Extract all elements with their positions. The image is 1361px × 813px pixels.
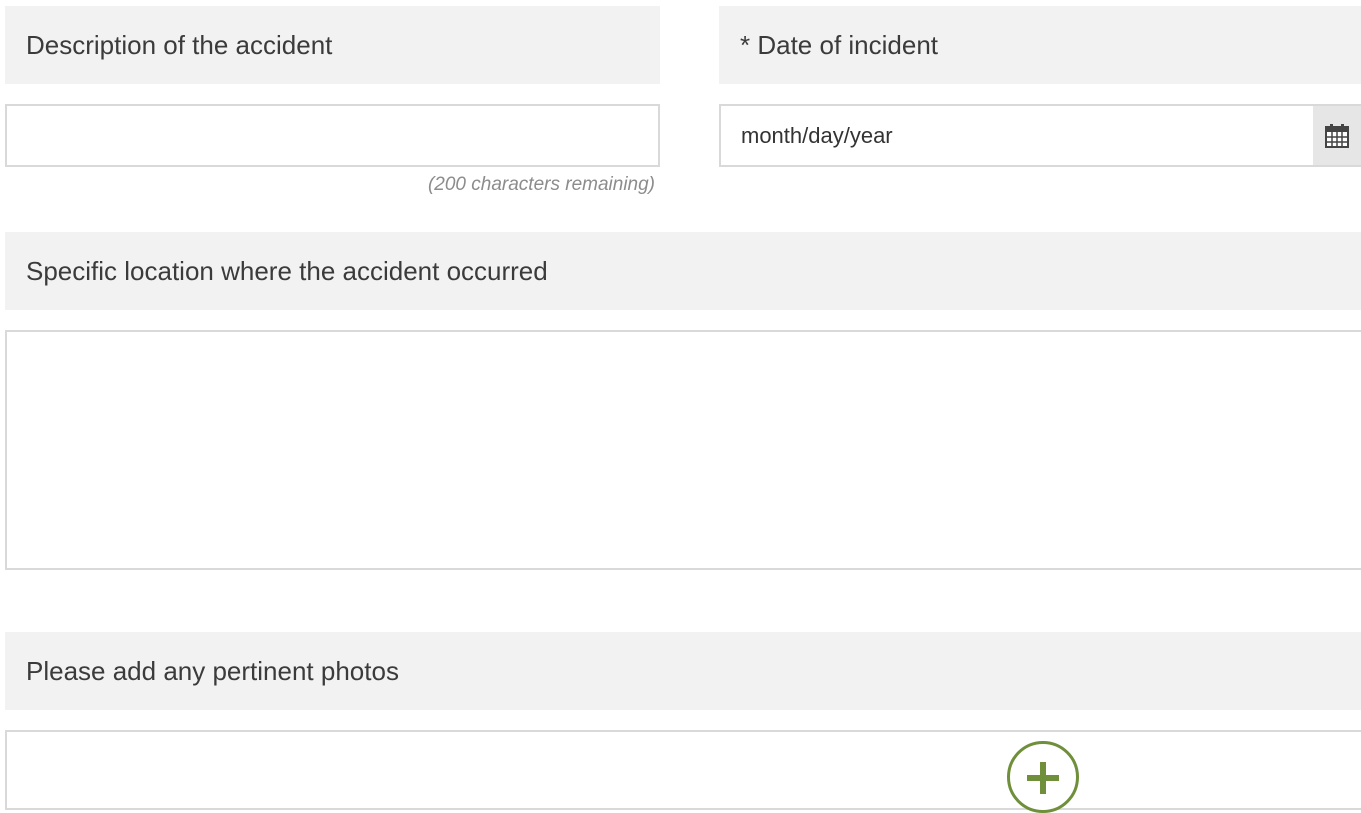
date-of-incident-label-text: * Date of incident <box>740 29 939 60</box>
date-placeholder: month/day/year <box>741 122 893 148</box>
location-textarea[interactable] <box>5 330 1361 570</box>
calendar-icon <box>1325 123 1349 148</box>
description-label: Description of the accident <box>5 6 660 84</box>
description-input[interactable] <box>5 104 660 167</box>
characters-remaining-hint: (200 characters remaining) <box>427 174 655 195</box>
calendar-button[interactable] <box>1313 106 1361 165</box>
photos-label-text: Please add any pertinent photos <box>26 655 399 686</box>
location-label-text: Specific location where the accident occ… <box>26 255 548 286</box>
location-label: Specific location where the accident occ… <box>5 232 1361 310</box>
photos-label: Please add any pertinent photos <box>5 632 1361 710</box>
date-of-incident-input[interactable]: month/day/year <box>719 104 1361 167</box>
photos-dropzone[interactable] <box>5 730 1361 810</box>
plus-circle-icon <box>1027 762 1059 794</box>
date-of-incident-label: * Date of incident <box>719 6 1361 84</box>
add-photo-button[interactable] <box>1007 741 1079 813</box>
description-label-text: Description of the accident <box>26 29 333 60</box>
